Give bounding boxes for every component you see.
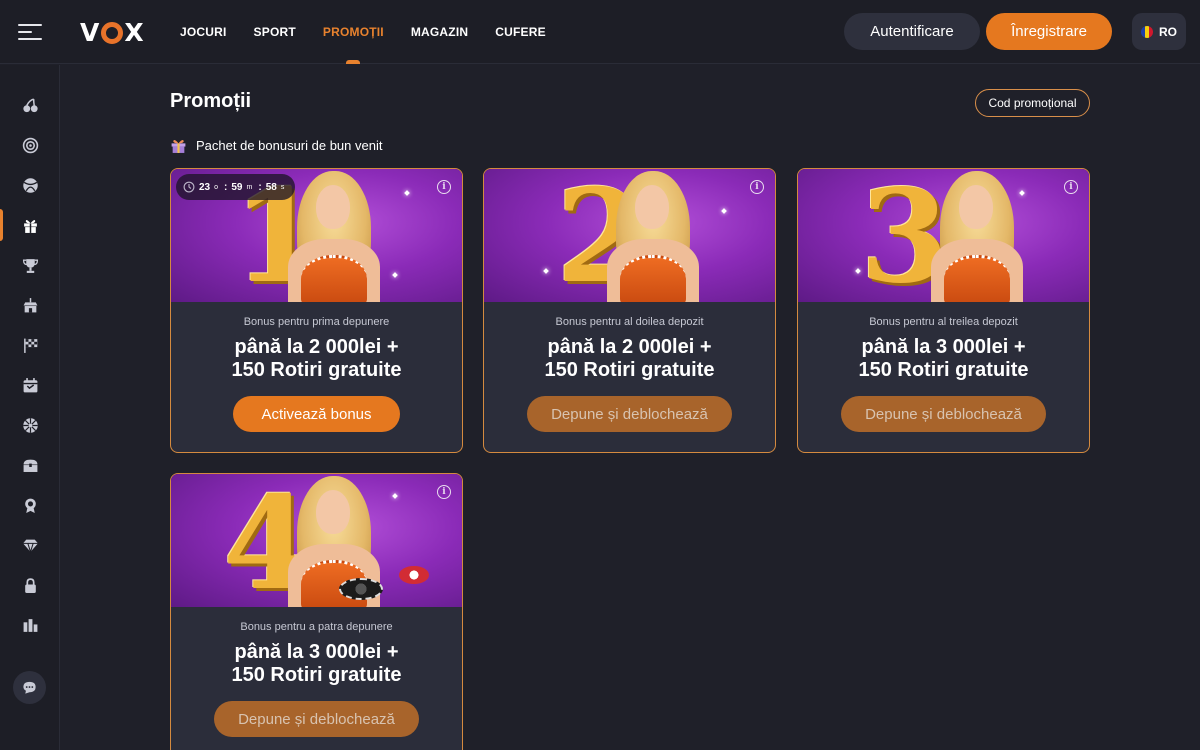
bonus-card-3: 3 i Bonus pentru al treilea depozit până… bbox=[797, 168, 1090, 453]
romania-flag-icon bbox=[1141, 25, 1153, 38]
trophy-icon bbox=[22, 258, 38, 273]
sidebar-item-sport[interactable] bbox=[0, 169, 60, 201]
clock-icon bbox=[183, 181, 195, 193]
sidebar-item-wheel[interactable] bbox=[0, 409, 60, 441]
promo-code-button[interactable]: Cod promoțional bbox=[975, 89, 1090, 117]
ball-icon bbox=[22, 177, 38, 193]
sidebar-item-racing[interactable] bbox=[0, 329, 60, 361]
gift-box-icon bbox=[171, 140, 186, 153]
section-title: Pachet de bonusuri de bun venit bbox=[196, 138, 383, 153]
menu-icon[interactable] bbox=[18, 22, 42, 42]
wheel-icon bbox=[22, 417, 38, 433]
info-icon[interactable]: i bbox=[437, 180, 451, 194]
card-amount: până la 3 000lei + 150 Rotiri gratuite bbox=[231, 641, 402, 686]
bonus-card-3-image: 3 i bbox=[798, 169, 1089, 302]
sidebar-item-promotions[interactable] bbox=[0, 209, 60, 241]
bonus-card-4-image: 4 i bbox=[171, 474, 462, 607]
sidebar-item-tournaments[interactable] bbox=[0, 249, 60, 281]
nav-magazin[interactable]: MAGAZIN bbox=[411, 0, 468, 64]
sidebar-item-calendar[interactable] bbox=[0, 369, 60, 401]
nav-jocuri[interactable]: JOCURI bbox=[180, 0, 227, 64]
chat-button[interactable] bbox=[13, 671, 46, 704]
bonus-card-1: 1 23 o : 59 m : 58 s i Bonus pentru prima d… bbox=[170, 168, 463, 453]
casino-chip-icon bbox=[339, 578, 383, 600]
lock-icon bbox=[24, 577, 36, 593]
sidebar-item-leaderboard[interactable] bbox=[0, 609, 60, 641]
card-amount: până la 2 000lei + 150 Rotiri gratuite bbox=[544, 336, 715, 381]
sidebar-item-chests[interactable] bbox=[0, 449, 60, 481]
bonus-card-1-image: 1 23 o : 59 m : 58 s i bbox=[171, 169, 462, 302]
card-amount: până la 2 000lei + 150 Rotiri gratuite bbox=[231, 336, 402, 381]
bonus-card-2: 2 i Bonus pentru al doilea depozit până … bbox=[483, 168, 776, 453]
logo-ring-icon bbox=[101, 22, 124, 44]
medal-icon bbox=[24, 498, 36, 513]
logo[interactable]: VX bbox=[80, 17, 145, 47]
language-selector[interactable]: RO bbox=[1132, 13, 1186, 50]
cherries-icon bbox=[22, 97, 38, 112]
sidebar-item-live[interactable] bbox=[0, 129, 60, 161]
deposit-unlock-button[interactable]: Depune și deblochează bbox=[214, 701, 419, 737]
info-icon[interactable]: i bbox=[1064, 180, 1078, 194]
sidebar-item-vip[interactable] bbox=[0, 529, 60, 561]
card-subtitle: Bonus pentru al doilea depozit bbox=[555, 316, 704, 328]
diamond-icon bbox=[22, 539, 38, 554]
leaderboard-icon bbox=[23, 618, 37, 632]
sidebar-item-slots[interactable] bbox=[0, 89, 60, 121]
sidebar-item-store[interactable] bbox=[0, 289, 60, 321]
store-icon bbox=[23, 297, 37, 312]
countdown-timer: 23 o : 59 m : 58 s bbox=[176, 174, 296, 200]
chest-icon bbox=[23, 459, 37, 472]
login-button[interactable]: Autentificare bbox=[844, 13, 980, 50]
deposit-unlock-button[interactable]: Depune și deblochează bbox=[527, 396, 732, 432]
language-code: RO bbox=[1159, 24, 1177, 39]
page-title: Promoții bbox=[170, 90, 252, 112]
target-icon bbox=[22, 137, 38, 153]
main-nav: JOCURI SPORT PROMOȚII MAGAZIN CUFERE bbox=[180, 0, 546, 64]
chat-icon bbox=[23, 681, 36, 694]
card-subtitle: Bonus pentru prima depunere bbox=[243, 316, 390, 328]
flag-icon bbox=[23, 338, 37, 353]
activate-bonus-button[interactable]: Activează bonus bbox=[233, 396, 400, 432]
card-amount: până la 3 000lei + 150 Rotiri gratuite bbox=[858, 336, 1029, 381]
deposit-unlock-button[interactable]: Depune și deblochează bbox=[841, 396, 1046, 432]
sidebar-item-security[interactable] bbox=[0, 569, 60, 601]
register-button[interactable]: Înregistrare bbox=[986, 13, 1112, 50]
nav-cufere[interactable]: CUFERE bbox=[495, 0, 546, 64]
sidebar-item-achievements[interactable] bbox=[0, 489, 60, 521]
sidebar bbox=[0, 65, 60, 750]
nav-promotii[interactable]: PROMOȚII bbox=[323, 0, 384, 64]
card-subtitle: Bonus pentru a patra depunere bbox=[240, 621, 393, 633]
bonus-card-2-image: 2 i bbox=[484, 169, 775, 302]
card-subtitle: Bonus pentru al treilea depozit bbox=[869, 316, 1018, 328]
logo-text: V bbox=[80, 17, 101, 47]
section-header: Pachet de bonusuri de bun venit bbox=[170, 137, 382, 154]
info-icon[interactable]: i bbox=[750, 180, 764, 194]
calendar-icon bbox=[23, 377, 37, 392]
top-bar: VX JOCURI SPORT PROMOȚII MAGAZIN CUFERE … bbox=[0, 0, 1200, 64]
info-icon[interactable]: i bbox=[437, 485, 451, 499]
gift-icon bbox=[23, 219, 37, 233]
casino-chip-icon bbox=[399, 566, 429, 584]
bonus-card-4: 4 i Bonus pentru a patra depunere până l… bbox=[170, 473, 463, 750]
nav-sport[interactable]: SPORT bbox=[254, 0, 296, 64]
